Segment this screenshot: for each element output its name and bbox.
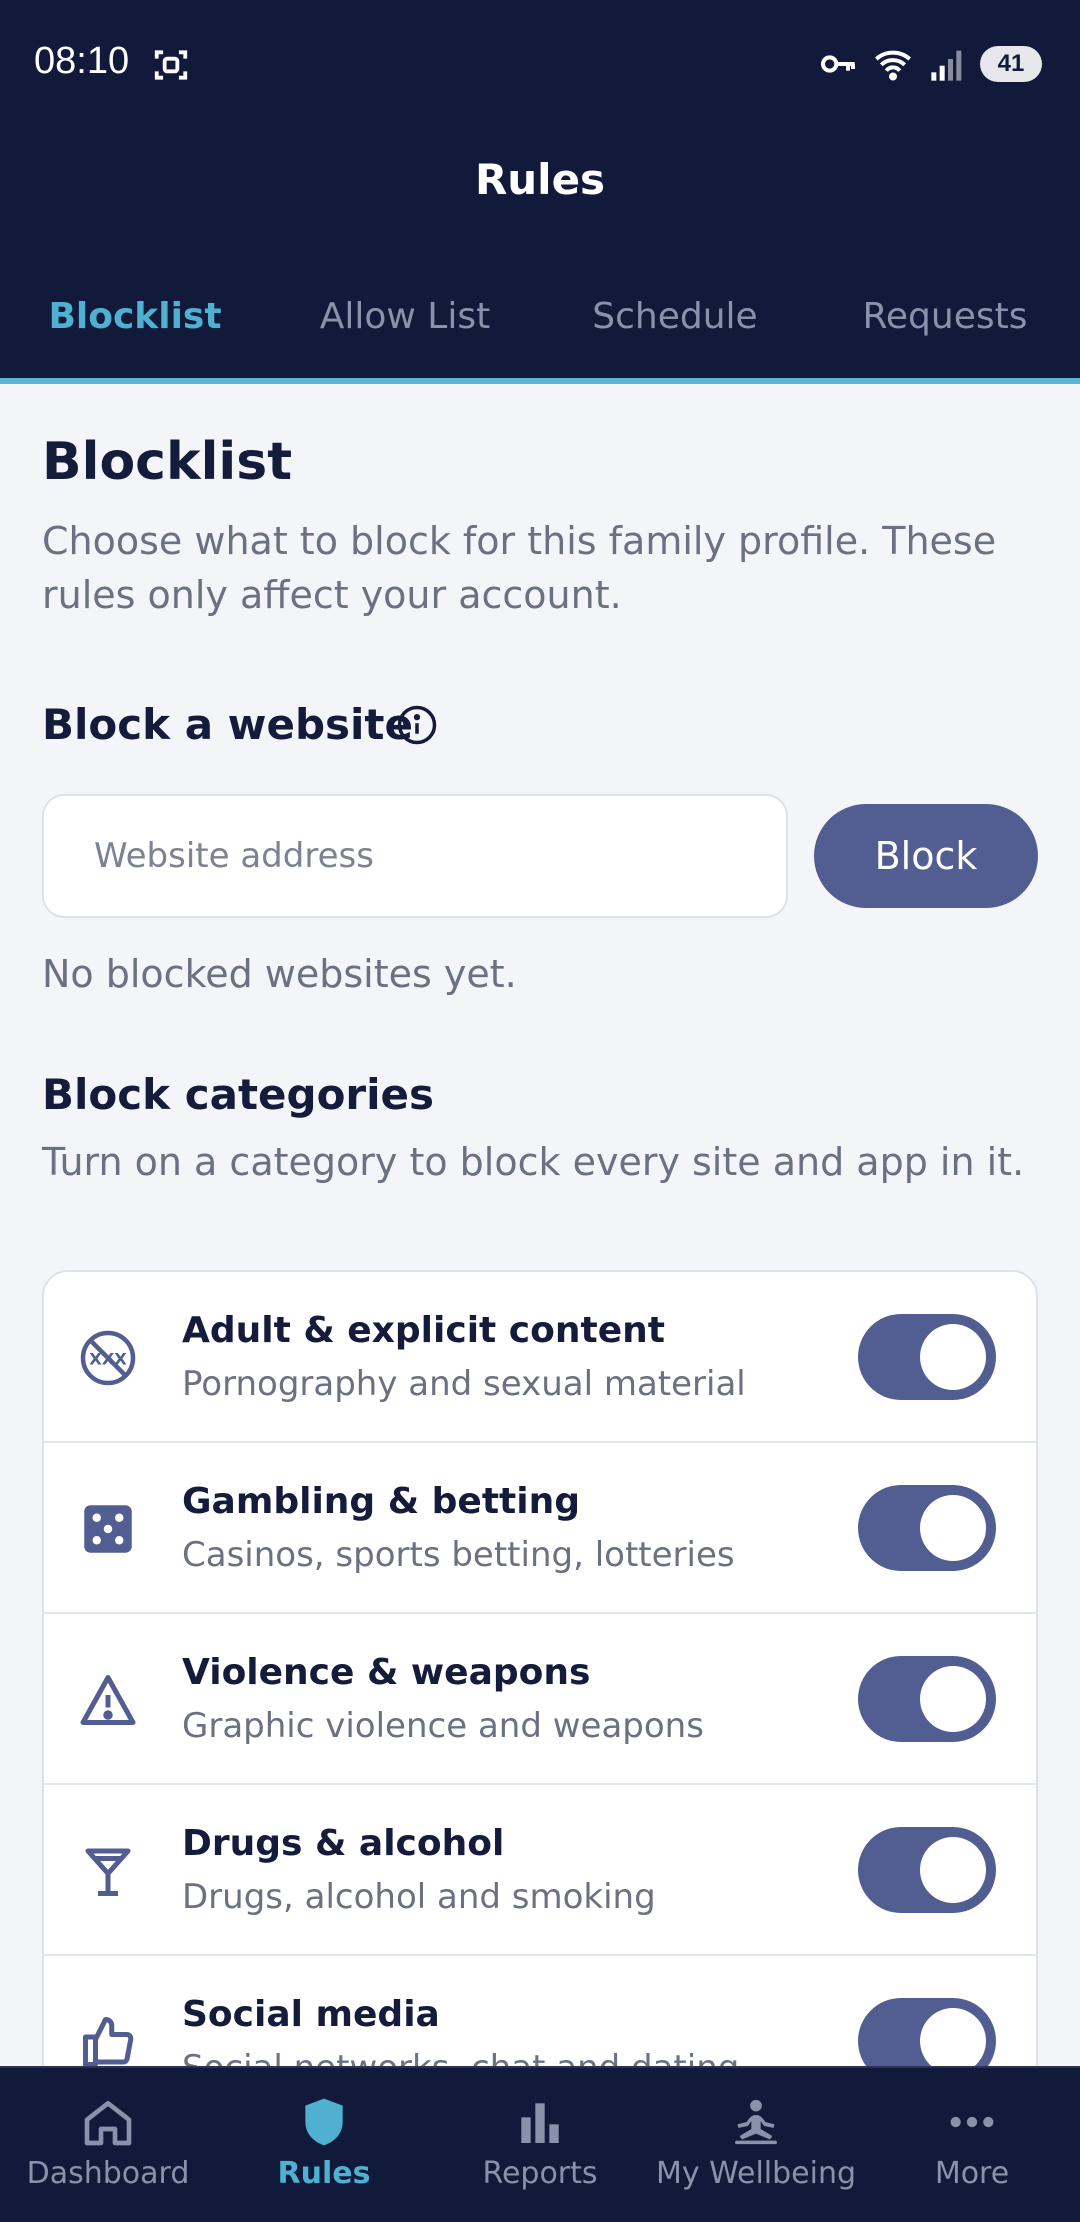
nav-label: Rules: [277, 2156, 371, 2191]
categories-list: XXX Adult & explicit content Pornography…: [42, 1270, 1038, 2066]
list-item[interactable]: Drugs & alcohol Drugs, alcohol and smoki…: [44, 1785, 1036, 1956]
list-item[interactable]: Violence & weapons Graphic violence and …: [44, 1614, 1036, 1785]
thumbs-up-icon: [83, 2017, 134, 2066]
nav-my-wellbeing[interactable]: My Wellbeing: [648, 2068, 864, 2222]
shield-icon: [305, 2098, 343, 2146]
top-app-bar: 08:10 41 Rules Blocklist Allow List Sche…: [0, 0, 1080, 384]
nav-more[interactable]: More: [864, 2068, 1080, 2222]
category-name: Violence & weapons: [182, 1652, 591, 1693]
nav-dashboard[interactable]: Dashboard: [0, 2068, 216, 2222]
more-icon: [950, 2116, 994, 2128]
category-name: Social media: [182, 1994, 440, 2035]
svg-text:XXX: XXX: [89, 1349, 127, 1368]
category-toggle[interactable]: [858, 1485, 996, 1571]
battery-indicator: 41: [980, 46, 1042, 82]
section-title: Blocklist: [42, 432, 293, 492]
bottom-navigation: Dashboard Rules Reports My Wellbeing Mor…: [0, 2066, 1080, 2222]
vpn-key-icon: [821, 55, 855, 73]
nav-label: Dashboard: [26, 2156, 190, 2191]
list-item[interactable]: Social media Social networks, chat and d…: [44, 1956, 1036, 2066]
category-name: Adult & explicit content: [182, 1310, 665, 1351]
block-website-heading: Block a website: [42, 700, 413, 749]
category-subtitle: Drugs, alcohol and smoking: [182, 1877, 656, 1917]
toggle-knob: [920, 1837, 986, 1903]
cocktail-icon: [85, 1848, 131, 1896]
list-item[interactable]: XXX Adult & explicit content Pornography…: [44, 1272, 1036, 1443]
dice-icon: [84, 1505, 132, 1553]
screenshot-icon: [154, 50, 188, 80]
warning-icon: [80, 1675, 136, 1725]
category-name: Gambling & betting: [182, 1481, 581, 1522]
nav-reports[interactable]: Reports: [432, 2068, 648, 2222]
wifi-icon: [875, 50, 911, 81]
status-time: 08:10: [34, 40, 130, 82]
signal-icon: [931, 50, 962, 81]
nav-label: My Wellbeing: [655, 2156, 857, 2191]
bar-chart-icon: [521, 2103, 559, 2143]
nav-label: More: [934, 2156, 1010, 2191]
status-bar: 08:10 41: [0, 0, 1080, 130]
list-item[interactable]: Gambling & betting Casinos, sports betti…: [44, 1443, 1036, 1614]
adult-content-icon: XXX: [80, 1330, 136, 1386]
tab-bar: Blocklist Allow List Schedule Requests: [0, 290, 1080, 380]
website-address-input[interactable]: Website address: [42, 794, 788, 918]
meditation-icon: [735, 2099, 777, 2145]
category-subtitle: Social networks, chat and dating: [182, 2048, 739, 2066]
toggle-knob: [920, 1666, 986, 1732]
info-icon[interactable]: [396, 704, 438, 746]
toggle-knob: [920, 1324, 986, 1390]
category-toggle[interactable]: [858, 1998, 996, 2066]
category-toggle[interactable]: [858, 1656, 996, 1742]
block-categories-description: Turn on a category to block every site a…: [42, 1140, 1025, 1184]
category-subtitle: Casinos, sports betting, lotteries: [182, 1535, 735, 1575]
block-button[interactable]: Block: [814, 804, 1038, 908]
category-subtitle: Graphic violence and weapons: [182, 1706, 704, 1746]
category-toggle[interactable]: [858, 1827, 996, 1913]
tab-requests[interactable]: Requests: [810, 290, 1080, 380]
nav-rules[interactable]: Rules: [216, 2068, 432, 2222]
blocklist-content[interactable]: Blocklist Choose what to block for this …: [0, 384, 1080, 2066]
tab-allow-list[interactable]: Allow List: [270, 290, 540, 380]
home-icon: [84, 2101, 132, 2146]
page-title: Rules: [474, 155, 606, 204]
category-name: Drugs & alcohol: [182, 1823, 505, 1864]
category-subtitle: Pornography and sexual material: [182, 1364, 746, 1404]
toggle-knob: [920, 2008, 986, 2066]
nav-label: Reports: [482, 2156, 598, 2191]
empty-blocked-websites: No blocked websites yet.: [42, 952, 517, 996]
toggle-knob: [920, 1495, 986, 1561]
tab-schedule[interactable]: Schedule: [540, 290, 810, 380]
section-description: Choose what to block for this family pro…: [42, 519, 997, 617]
block-categories-heading: Block categories: [42, 1070, 435, 1119]
tab-blocklist[interactable]: Blocklist: [0, 290, 270, 380]
category-toggle[interactable]: [858, 1314, 996, 1400]
